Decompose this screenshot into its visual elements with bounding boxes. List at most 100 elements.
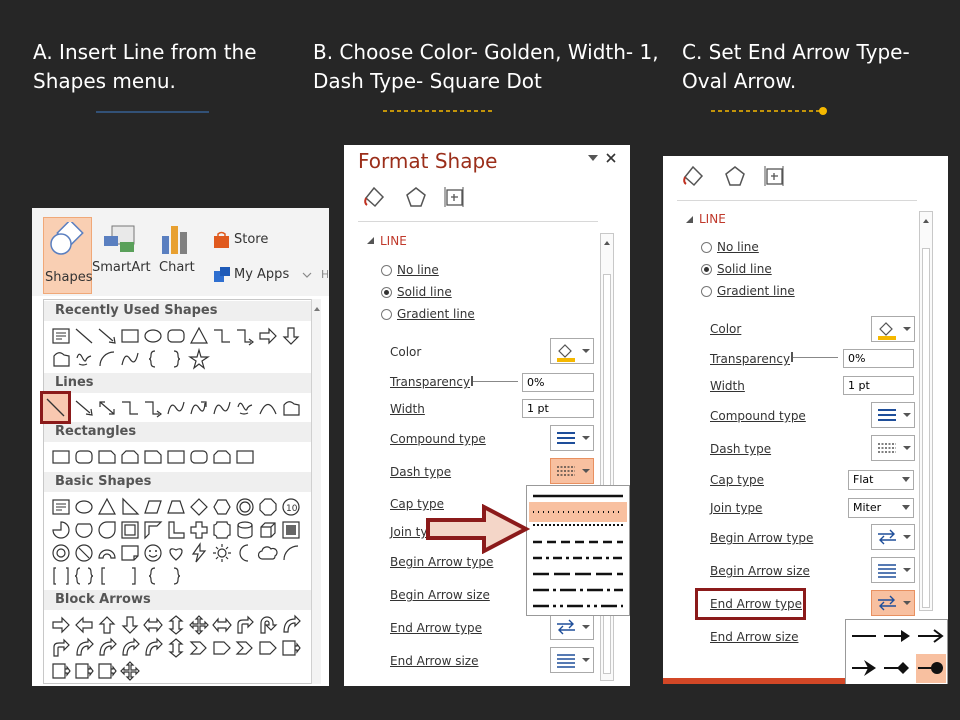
close-icon[interactable] <box>605 152 617 164</box>
curve-shape-icon[interactable] <box>165 397 188 420</box>
chord-shape-icon[interactable] <box>73 519 96 542</box>
solid-line-radio[interactable] <box>381 287 392 298</box>
curved-shape-icon[interactable] <box>142 637 165 660</box>
cube-shape-icon[interactable] <box>257 519 280 542</box>
collapse-triangle-icon[interactable] <box>685 215 695 225</box>
format-pane-scrollbar-c[interactable] <box>919 211 933 611</box>
darrow-shape-icon[interactable] <box>119 614 142 637</box>
rarrow-shape-icon[interactable] <box>257 325 280 348</box>
cap-type-select[interactable]: Flat <box>848 470 914 490</box>
callout-shape-icon[interactable] <box>280 637 303 660</box>
roundrect-shape-icon[interactable] <box>165 325 188 348</box>
elbow-shape-icon[interactable] <box>211 325 234 348</box>
tear-shape-icon[interactable] <box>96 519 119 542</box>
udarrow-shape-icon[interactable] <box>165 614 188 637</box>
color-dropdown-c[interactable] <box>871 316 915 342</box>
callout-shape-icon[interactable] <box>73 660 96 683</box>
transparency-input-c[interactable]: 0% <box>843 349 914 368</box>
no-line-radio-c[interactable] <box>701 242 712 253</box>
dbrace-shape-icon[interactable] <box>73 565 96 588</box>
smiley-shape-icon[interactable] <box>142 542 165 565</box>
smartart-button[interactable]: SmartArt <box>92 260 151 275</box>
scroll-up-icon[interactable] <box>601 237 613 249</box>
lbracket-shape-icon[interactable] <box>96 565 119 588</box>
elbow-shape-icon[interactable] <box>119 397 142 420</box>
blockarc-shape-icon[interactable] <box>96 542 119 565</box>
transparency-slider-track[interactable] <box>471 381 518 382</box>
dbracket-shape-icon[interactable] <box>50 565 73 588</box>
effects-tab-c[interactable] <box>723 164 747 192</box>
rbracket-shape-icon[interactable] <box>119 565 142 588</box>
elbowarrow-shape-icon[interactable] <box>142 397 165 420</box>
fill-line-tab[interactable] <box>362 184 390 210</box>
sun-shape-icon[interactable] <box>211 542 234 565</box>
donut-shape-icon[interactable] <box>50 542 73 565</box>
rbrace-shape-icon[interactable] <box>165 565 188 588</box>
effects-tab[interactable] <box>404 185 428 213</box>
scroll-up-icon[interactable] <box>920 215 932 227</box>
join-type-select[interactable]: Miter <box>848 498 914 518</box>
bentarrow-shape-icon[interactable] <box>50 637 73 660</box>
transparency-slider-thumb[interactable] <box>471 376 473 386</box>
callout-shape-icon[interactable] <box>50 660 73 683</box>
snip-shape-icon[interactable] <box>96 446 119 469</box>
octa-shape-icon[interactable] <box>257 496 280 519</box>
solid-line-radio-c[interactable] <box>701 264 712 275</box>
lbrace-shape-icon[interactable] <box>142 565 165 588</box>
scroll-thumb-c[interactable] <box>922 248 930 608</box>
arrowline-shape-icon[interactable] <box>96 325 119 348</box>
lrarrow-shape-icon[interactable] <box>142 614 165 637</box>
collapse-triangle-icon[interactable] <box>366 236 376 246</box>
para-shape-icon[interactable] <box>142 496 165 519</box>
curved-shape-icon[interactable] <box>73 637 96 660</box>
quadarrow-shape-icon[interactable] <box>119 660 142 683</box>
arc-shape-icon[interactable] <box>257 397 280 420</box>
scribble-shape-icon[interactable] <box>73 348 96 371</box>
roundrect-shape-icon[interactable] <box>188 446 211 469</box>
gallery-scrollbar[interactable] <box>311 299 321 684</box>
freeform-shape-icon[interactable] <box>280 397 303 420</box>
snip-shape-icon[interactable] <box>142 446 165 469</box>
my-apps-button[interactable]: My Apps <box>234 267 289 282</box>
dash-type-dropdown-c[interactable] <box>871 435 915 461</box>
scribble-shape-icon[interactable] <box>234 397 257 420</box>
end-arrow-type-dropdown-c[interactable] <box>871 590 915 616</box>
lbrace-shape-icon[interactable] <box>142 348 165 371</box>
snip2-shape-icon[interactable] <box>211 446 234 469</box>
bentarrow-shape-icon[interactable] <box>234 614 257 637</box>
udarrow-shape-icon[interactable] <box>165 637 188 660</box>
rect-shape-icon[interactable] <box>50 446 73 469</box>
trap-shape-icon[interactable] <box>165 496 188 519</box>
lrarrow-shape-icon[interactable] <box>211 614 234 637</box>
scroll-up-icon[interactable] <box>312 304 322 314</box>
rect-shape-icon[interactable] <box>234 446 257 469</box>
arcline-shape-icon[interactable] <box>96 348 119 371</box>
moon-shape-icon[interactable] <box>234 542 257 565</box>
halfframe-shape-icon[interactable] <box>142 519 165 542</box>
rect-shape-icon[interactable] <box>119 325 142 348</box>
uturn-shape-icon[interactable] <box>257 614 280 637</box>
rect-shape-icon[interactable] <box>165 446 188 469</box>
star-shape-icon[interactable] <box>188 348 211 371</box>
lshape-shape-icon[interactable] <box>165 519 188 542</box>
compound-type-dropdown-c[interactable] <box>871 402 915 428</box>
num-shape-icon[interactable]: 10 <box>280 496 303 519</box>
begin-arrow-type-dropdown-c[interactable] <box>871 524 915 550</box>
gradient-line-radio-c[interactable] <box>701 286 712 297</box>
cross-shape-icon[interactable] <box>188 519 211 542</box>
curvearrow-shape-icon[interactable] <box>188 397 211 420</box>
end-arrow-size-dropdown-b[interactable] <box>550 647 594 673</box>
uarrow-shape-icon[interactable] <box>96 614 119 637</box>
pie-shape-icon[interactable] <box>50 519 73 542</box>
rtriangle-shape-icon[interactable] <box>119 496 142 519</box>
curved-shape-icon[interactable] <box>280 614 303 637</box>
plaque-shape-icon[interactable] <box>211 519 234 542</box>
compound-type-dropdown[interactable] <box>550 425 594 451</box>
transparency-slider-thumb-c[interactable] <box>791 352 793 362</box>
bolt-shape-icon[interactable] <box>188 542 211 565</box>
pentarrow-shape-icon[interactable] <box>257 637 280 660</box>
hepta-shape-icon[interactable] <box>234 496 257 519</box>
line-shape-icon[interactable] <box>73 325 96 348</box>
chevron-shape-icon[interactable] <box>188 637 211 660</box>
callout-shape-icon[interactable] <box>96 660 119 683</box>
